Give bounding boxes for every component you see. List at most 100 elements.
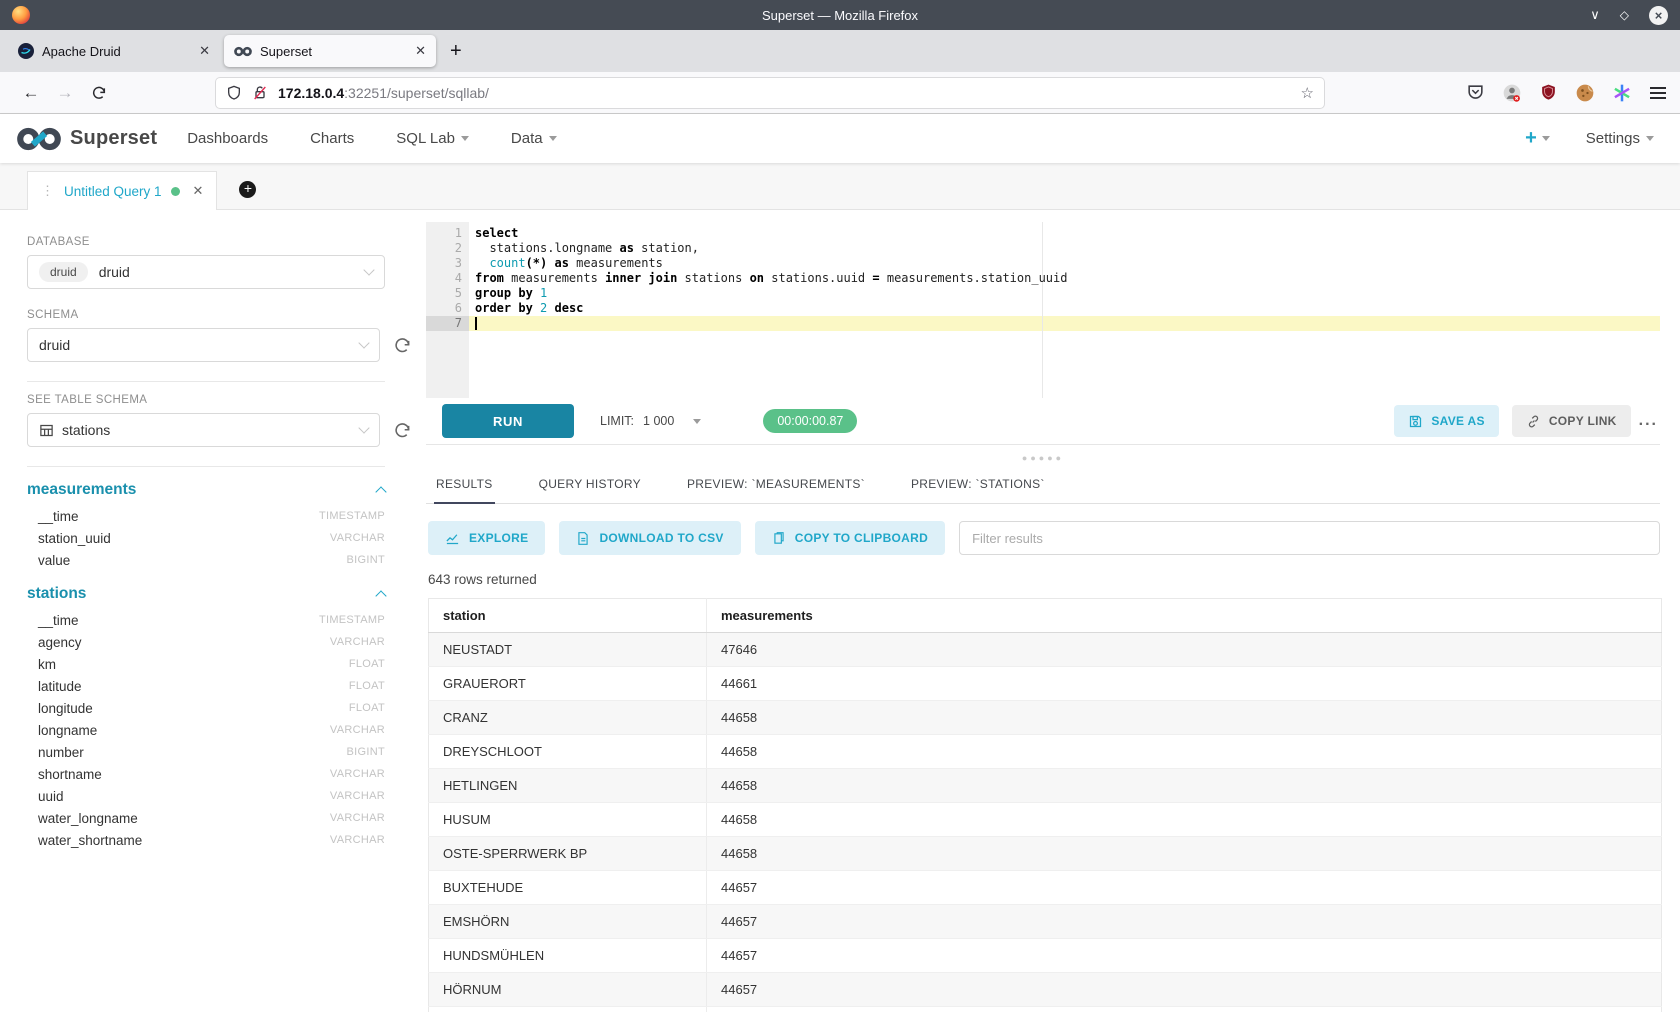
nav-charts[interactable]: Charts bbox=[310, 130, 354, 147]
browser-url-toolbar: ← → 172.18.0.4:32251/superset/sqllab/ ☆ bbox=[0, 72, 1680, 114]
table-cell: 44657 bbox=[707, 1007, 1662, 1012]
column-name: number bbox=[38, 745, 84, 760]
schema-select[interactable]: druid bbox=[27, 328, 380, 362]
pocket-icon[interactable] bbox=[1466, 83, 1485, 102]
new-tab-button[interactable]: + bbox=[450, 41, 462, 61]
window-minimize-icon[interactable]: ∨ bbox=[1590, 7, 1600, 23]
run-button[interactable]: RUN bbox=[442, 404, 574, 438]
gutter-line-number: 5 bbox=[426, 286, 462, 301]
refresh-schemas-icon[interactable] bbox=[393, 336, 412, 355]
drag-handle-icon[interactable]: ⋮ bbox=[41, 183, 55, 199]
window-maximize-icon[interactable]: ◇ bbox=[1620, 8, 1629, 22]
window-title: Superset — Mozilla Firefox bbox=[0, 8, 1680, 23]
insecure-lock-icon[interactable] bbox=[252, 85, 268, 101]
table-cell: 44658 bbox=[707, 701, 1662, 735]
druid-favicon bbox=[18, 43, 34, 59]
url-bar[interactable]: 172.18.0.4:32251/superset/sqllab/ ☆ bbox=[216, 78, 1324, 108]
schema-table-section: measurements __timeTIMESTAMPstation_uuidV… bbox=[27, 477, 385, 571]
splitter-handle-icon: ●●●●● bbox=[1022, 453, 1064, 463]
table-row: EMSHÖRN44657 bbox=[429, 905, 1662, 939]
editor-code[interactable]: select stations.longname as station, cou… bbox=[469, 222, 1660, 398]
window-close-icon[interactable]: × bbox=[1649, 6, 1668, 25]
query-tab-label: Untitled Query 1 bbox=[64, 184, 162, 199]
pane-splitter[interactable]: ●●●●● bbox=[426, 445, 1660, 471]
database-select[interactable]: druid druid bbox=[27, 255, 385, 289]
browser-tab-superset[interactable]: Superset ✕ bbox=[224, 35, 436, 67]
query-tab-close-icon[interactable]: ✕ bbox=[193, 183, 204, 199]
column-type: TIMESTAMP bbox=[319, 510, 385, 522]
limit-dropdown[interactable]: LIMIT: 1 000 bbox=[600, 414, 701, 428]
copy-link-button[interactable]: COPY LINK bbox=[1512, 405, 1631, 437]
add-query-tab-button[interactable]: + bbox=[239, 181, 256, 198]
schema-column-row: latitudeFLOAT bbox=[27, 675, 385, 697]
south-tab-results[interactable]: RESULTS bbox=[434, 471, 495, 504]
superset-brand[interactable]: Superset bbox=[16, 124, 157, 154]
column-type: FLOAT bbox=[349, 658, 385, 670]
schema-column-row: __timeTIMESTAMP bbox=[27, 505, 385, 527]
schema-table-name: measurements bbox=[27, 481, 136, 499]
asterisk-extension-icon[interactable] bbox=[1612, 83, 1632, 103]
table-cell: HUSUM bbox=[429, 803, 707, 837]
shield-permissions-icon[interactable] bbox=[226, 85, 242, 101]
menu-hamburger-icon[interactable] bbox=[1650, 87, 1666, 99]
schema-column-row: kmFLOAT bbox=[27, 653, 385, 675]
table-schema-label: SEE TABLE SCHEMA bbox=[27, 394, 412, 406]
copy-to-clipboard-button[interactable]: COPY TO CLIPBOARD bbox=[755, 521, 945, 555]
column-header-measurements[interactable]: measurements bbox=[707, 599, 1662, 633]
forward-button[interactable]: → bbox=[48, 83, 82, 103]
nav-data[interactable]: Data bbox=[511, 130, 557, 147]
schema-column-row: uuidVARCHAR bbox=[27, 785, 385, 807]
table-cell: HETLINGEN bbox=[429, 769, 707, 803]
back-button[interactable]: ← bbox=[14, 83, 48, 103]
tab-close-icon[interactable]: ✕ bbox=[199, 43, 210, 59]
schema-table-header[interactable]: stations bbox=[27, 581, 385, 609]
save-as-button[interactable]: SAVE AS bbox=[1394, 405, 1498, 437]
tab-close-icon[interactable]: ✕ bbox=[415, 43, 426, 59]
chevron-down-icon bbox=[1646, 136, 1654, 141]
filter-results-input[interactable] bbox=[959, 521, 1660, 555]
table-cell: 44657 bbox=[707, 905, 1662, 939]
browser-tabstrip: Apache Druid ✕ Superset ✕ + bbox=[0, 30, 1680, 72]
chevron-up-icon[interactable] bbox=[375, 590, 386, 601]
table-cell: EMSHÖRN bbox=[429, 905, 707, 939]
account-extension-icon[interactable] bbox=[1502, 83, 1522, 103]
table-row: NEUSTADT47646 bbox=[429, 633, 1662, 667]
table-cell: 44661 bbox=[707, 667, 1662, 701]
bookmark-star-icon[interactable]: ☆ bbox=[1301, 84, 1314, 102]
explore-button[interactable]: EXPLORE bbox=[428, 521, 545, 555]
download-csv-button[interactable]: DOWNLOAD TO CSV bbox=[559, 521, 740, 555]
column-type: VARCHAR bbox=[330, 768, 385, 780]
schema-table-header[interactable]: measurements bbox=[27, 477, 385, 505]
table-cell: 44658 bbox=[707, 769, 1662, 803]
south-tab-query-history[interactable]: QUERY HISTORY bbox=[537, 471, 643, 503]
ublock-icon[interactable] bbox=[1539, 83, 1558, 102]
add-new-button[interactable]: + bbox=[1525, 127, 1550, 150]
schema-column-row: agencyVARCHAR bbox=[27, 631, 385, 653]
refresh-tables-icon[interactable] bbox=[393, 421, 412, 440]
query-tab-row: ⋮ Untitled Query 1 ✕ + bbox=[0, 163, 1680, 210]
column-header-station[interactable]: station bbox=[429, 599, 707, 633]
sql-editor[interactable]: 1234567 select stations.longname as stat… bbox=[426, 222, 1660, 398]
table-schema-select[interactable]: stations bbox=[27, 413, 380, 447]
schema-column-row: longnameVARCHAR bbox=[27, 719, 385, 741]
more-options-button[interactable]: ... bbox=[1639, 412, 1658, 430]
nav-sql-lab[interactable]: SQL Lab bbox=[396, 130, 469, 147]
table-row: HUSUM44658 bbox=[429, 803, 1662, 837]
table-cell: 44658 bbox=[707, 803, 1662, 837]
south-tab-preview-measurements[interactable]: PREVIEW: `MEASUREMENTS` bbox=[685, 471, 867, 503]
gutter-line-number: 1 bbox=[426, 226, 462, 241]
url-path: :32251/superset/sqllab/ bbox=[344, 85, 489, 101]
settings-menu[interactable]: Settings bbox=[1586, 130, 1654, 147]
cookie-extension-icon[interactable] bbox=[1575, 83, 1595, 103]
query-tab-untitled-query-1[interactable]: ⋮ Untitled Query 1 ✕ bbox=[27, 171, 217, 210]
browser-tab-apache-druid[interactable]: Apache Druid ✕ bbox=[8, 35, 220, 67]
reload-button[interactable] bbox=[82, 85, 116, 101]
nav-dashboards[interactable]: Dashboards bbox=[187, 130, 268, 147]
text-cursor bbox=[475, 317, 477, 330]
south-tab-preview-stations[interactable]: PREVIEW: `STATIONS` bbox=[909, 471, 1047, 503]
table-icon bbox=[39, 423, 54, 438]
chevron-up-icon[interactable] bbox=[375, 486, 386, 497]
schema-column-row: station_uuidVARCHAR bbox=[27, 527, 385, 549]
table-cell: OSTE-SPERRWERK BP bbox=[429, 837, 707, 871]
code-line: count(*) as measurements bbox=[475, 256, 1660, 271]
